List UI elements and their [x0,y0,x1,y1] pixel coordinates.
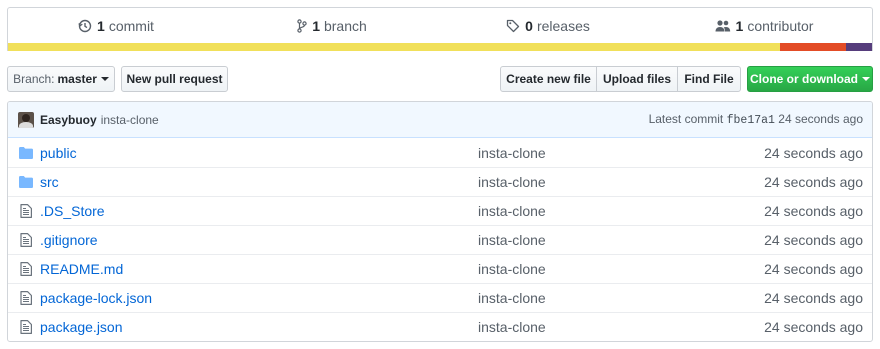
file-row: package-lock.json insta-clone 24 seconds a… [8,283,872,312]
file-name-link[interactable]: .DS_Store [40,203,478,219]
new-pull-request-button[interactable]: New pull request [121,66,228,92]
file-commit-message-link[interactable]: insta-clone [478,203,764,219]
latest-commit-label: Latest commit [648,112,724,126]
language-segment[interactable] [8,43,781,51]
commit-sha-link[interactable]: fbe17a1 [727,114,775,127]
file-age: 24 seconds ago [764,319,863,335]
clone-or-download-label: Clone or download [750,72,858,86]
chevron-down-icon [100,77,109,81]
file-age: 24 seconds ago [764,261,863,277]
file-commit-message-link[interactable]: insta-clone [478,261,764,277]
branches-label: branch [323,18,367,34]
file-commit-message-link[interactable]: insta-clone [478,290,764,306]
contributors-link[interactable]: 1 contributor [656,8,872,44]
releases-link[interactable]: 0 releases [440,8,656,44]
file-row: src insta-clone 24 seconds ago [8,167,872,196]
file-list: public insta-clone 24 seconds ago src insta-… [8,138,872,341]
folder-icon [18,146,34,159]
file-icon [18,262,34,276]
language-bar[interactable] [8,43,872,51]
commits-label: commit [108,18,154,34]
file-table: Easybuoy insta-clone Latest commit fbe17… [7,101,873,342]
create-new-file-button[interactable]: Create new file [500,66,597,92]
branch-select-button[interactable]: Branch: master [7,66,115,92]
latest-commit-info: Latest commit fbe17a1 24 seconds ago [649,112,863,127]
file-name-link[interactable]: package-lock.json [40,290,478,306]
file-commit-message-link[interactable]: insta-clone [478,232,764,248]
file-age: 24 seconds ago [764,144,863,161]
file-age: 24 seconds ago [764,232,863,248]
language-segment[interactable] [780,43,847,51]
commit-author-link[interactable]: Easybuoy [40,113,97,127]
branch-prefix: Branch: [13,72,55,86]
file-name-link[interactable]: README.md [40,261,478,277]
upload-files-button[interactable]: Upload files [596,66,678,92]
branches-link[interactable]: 1 branch [224,8,440,44]
file-age: 24 seconds ago [764,290,863,306]
releases-label: releases [536,18,590,34]
avatar[interactable] [18,111,34,128]
file-name-link[interactable]: .gitignore [40,232,478,248]
find-file-button[interactable]: Find File [677,66,741,92]
file-icon [18,204,34,218]
tag-icon [506,19,520,33]
commits-link[interactable]: 1 commit [8,8,224,44]
commit-age: 24 seconds ago [778,112,863,126]
file-row: README.md insta-clone 24 seconds ago [8,254,872,283]
contributors-label: contributor [747,18,814,34]
file-icon [18,291,34,305]
branches-count: 1 [312,18,320,34]
commits-count: 1 [97,18,105,34]
file-row: public insta-clone 24 seconds ago [8,138,872,167]
file-name-link[interactable]: src [40,174,478,190]
commit-message-link[interactable]: insta-clone [101,113,159,127]
commit-tease: Easybuoy insta-clone Latest commit fbe17… [8,102,872,138]
file-commit-message-link[interactable]: insta-clone [478,145,764,161]
chevron-down-icon [862,77,870,81]
repo-summary: 1 commit 1 branch 0 releases 1 contribut… [7,7,873,51]
language-segment[interactable] [846,43,872,51]
file-commit-message-link[interactable]: insta-clone [478,174,764,190]
file-row: package.json insta-clone 24 seconds ago [8,312,872,341]
history-icon [78,19,92,33]
file-age: 24 seconds ago [764,174,863,190]
releases-count: 0 [525,18,533,34]
file-name-link[interactable]: package.json [40,319,478,335]
file-icon [18,320,34,334]
people-icon [715,19,731,33]
file-icon [18,233,34,247]
clone-or-download-button[interactable]: Clone or download [747,66,873,92]
file-name-link[interactable]: public [40,145,478,161]
branch-icon [297,19,307,33]
file-commit-message-link[interactable]: insta-clone [478,319,764,335]
file-navigation: Branch: master New pull request Create n… [7,66,873,92]
file-row: .DS_Store insta-clone 24 seconds ago [8,196,872,225]
file-row: .gitignore insta-clone 24 seconds ago [8,225,872,254]
file-age: 24 seconds ago [764,203,863,219]
folder-icon [18,176,34,188]
branch-name: master [57,72,97,86]
contributors-count: 1 [735,18,744,34]
